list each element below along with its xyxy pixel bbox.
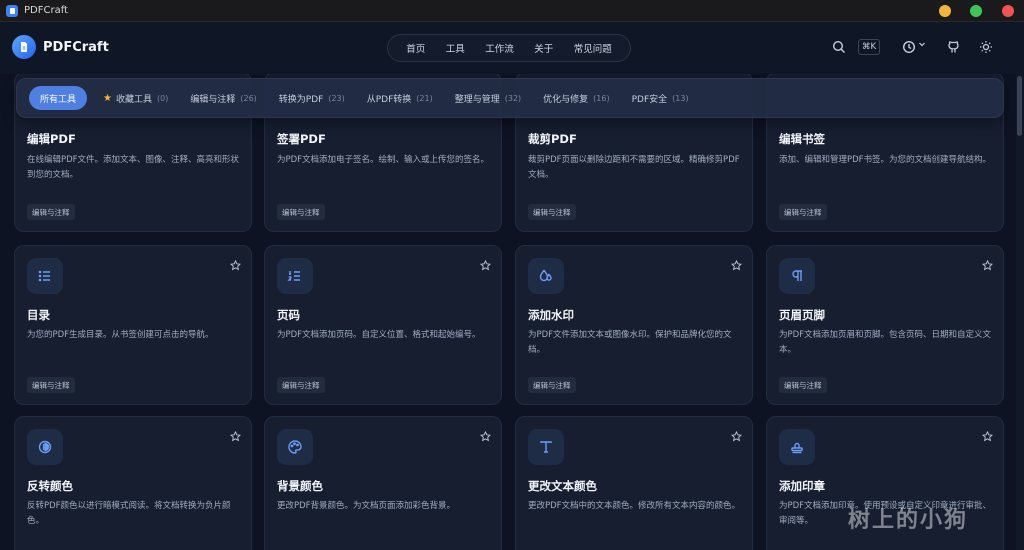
- scrollbar-thumb[interactable]: [1017, 76, 1022, 136]
- filter-all-tools[interactable]: 所有工具: [29, 86, 88, 110]
- list-icon: [27, 258, 63, 294]
- minimize-button[interactable]: [939, 5, 951, 17]
- maximize-button[interactable]: [970, 5, 982, 17]
- pilcrow-icon: [779, 258, 815, 294]
- tool-card-header-footer[interactable]: 页眉页脚 为PDF文档添加页眉和页脚。包含页码、日期和自定义文本。 编辑与注释: [766, 245, 1004, 405]
- tool-card-background-color[interactable]: 背景颜色 更改PDF背景颜色。为文档页面添加彩色背景。: [264, 416, 502, 550]
- droplet-icon: [528, 258, 564, 294]
- favorite-star-icon[interactable]: [479, 427, 492, 446]
- tools-grid-area: 所有工具 ★ 收藏工具 (0) 编辑与注释 (26) 转换为PDF (23) 从PDF转…: [0, 74, 1016, 550]
- tool-card-invert-colors[interactable]: 反转颜色 反转PDF颜色以进行暗模式阅读。将文档转换为负片颜色。: [14, 416, 252, 550]
- site-header: PDFCraft 首页 工具 工作流 关于 常见问题 ⌘K: [0, 22, 1024, 74]
- chevron-down-icon[interactable]: [918, 40, 926, 48]
- nav-workflow[interactable]: 工作流: [485, 41, 514, 55]
- favorite-star-icon[interactable]: [981, 427, 994, 446]
- favorite-star-icon[interactable]: [730, 256, 743, 275]
- search-shortcut-badge: ⌘K: [858, 39, 881, 55]
- top-navigation: 首页 工具 工作流 关于 常见问题: [387, 34, 631, 62]
- favorite-star-icon[interactable]: [479, 256, 492, 275]
- category-tag: 编辑与注释: [277, 377, 325, 393]
- vertical-scrollbar[interactable]: [1016, 74, 1024, 550]
- nav-tools[interactable]: 工具: [446, 41, 465, 55]
- category-tag: 编辑与注释: [277, 204, 325, 220]
- favorite-star-icon[interactable]: [981, 256, 994, 275]
- nav-about[interactable]: 关于: [534, 41, 553, 55]
- github-icon[interactable]: [947, 40, 961, 54]
- theme-sun-icon[interactable]: [979, 40, 993, 54]
- window-titlebar: PDFCraft: [0, 0, 1024, 22]
- brand-name: PDFCraft: [43, 39, 109, 55]
- stamp-icon: [779, 429, 815, 465]
- filter-security[interactable]: PDF安全 (13): [632, 92, 689, 105]
- star-icon: ★: [103, 92, 112, 104]
- filter-favorites[interactable]: ★ 收藏工具 (0): [103, 92, 168, 105]
- filter-convert-from-pdf[interactable]: 从PDF转换 (21): [367, 92, 433, 105]
- search-icon[interactable]: [832, 40, 846, 54]
- favorite-star-icon[interactable]: [730, 427, 743, 446]
- category-tag: 编辑与注释: [528, 377, 576, 393]
- type-icon: [528, 429, 564, 465]
- image-watermark: 树上的小狗: [848, 508, 969, 533]
- filter-optimize[interactable]: 优化与修复 (16): [543, 92, 609, 105]
- category-tag: 编辑与注释: [779, 377, 827, 393]
- brand-link[interactable]: PDFCraft: [12, 35, 109, 59]
- tool-card-watermark[interactable]: 添加水印 为PDF文件添加文本或图像水印。保护和品牌化您的文档。 编辑与注释: [515, 245, 753, 405]
- filter-convert-to-pdf[interactable]: 转换为PDF (23): [279, 92, 345, 105]
- nav-faq[interactable]: 常见问题: [574, 41, 612, 55]
- close-button[interactable]: [1002, 5, 1014, 17]
- favorite-star-icon[interactable]: [229, 427, 242, 446]
- tool-card-text-color[interactable]: 更改文本颜色 更改PDF文档中的文本颜色。修改所有文本内容的颜色。: [515, 416, 753, 550]
- tool-card-toc[interactable]: 目录 为您的PDF生成目录。从书签创建可点击的导航。 编辑与注释: [14, 245, 252, 405]
- category-tag: 编辑与注释: [27, 377, 75, 393]
- filter-organize[interactable]: 整理与管理 (32): [455, 92, 521, 105]
- palette-icon: [277, 429, 313, 465]
- nav-home[interactable]: 首页: [406, 41, 425, 55]
- tool-card-page-numbers[interactable]: 页码 为PDF文档添加页码。自定义位置、格式和起始编号。 编辑与注释: [264, 245, 502, 405]
- app-icon: [6, 4, 18, 17]
- numbered-list-icon: [277, 258, 313, 294]
- category-tag: 编辑与注释: [528, 204, 576, 220]
- history-clock-icon[interactable]: [902, 40, 916, 54]
- category-tag: 编辑与注释: [27, 204, 75, 220]
- filter-edit-annotate[interactable]: 编辑与注释 (26): [190, 92, 256, 105]
- pdf-logo-icon: [12, 35, 36, 59]
- invert-icon: [27, 429, 63, 465]
- category-tag: 编辑与注释: [779, 204, 827, 220]
- favorite-star-icon[interactable]: [229, 256, 242, 275]
- category-filter-bar: 所有工具 ★ 收藏工具 (0) 编辑与注释 (26) 转换为PDF (23) 从PDF转…: [16, 78, 1004, 118]
- window-title: PDFCraft: [24, 5, 68, 16]
